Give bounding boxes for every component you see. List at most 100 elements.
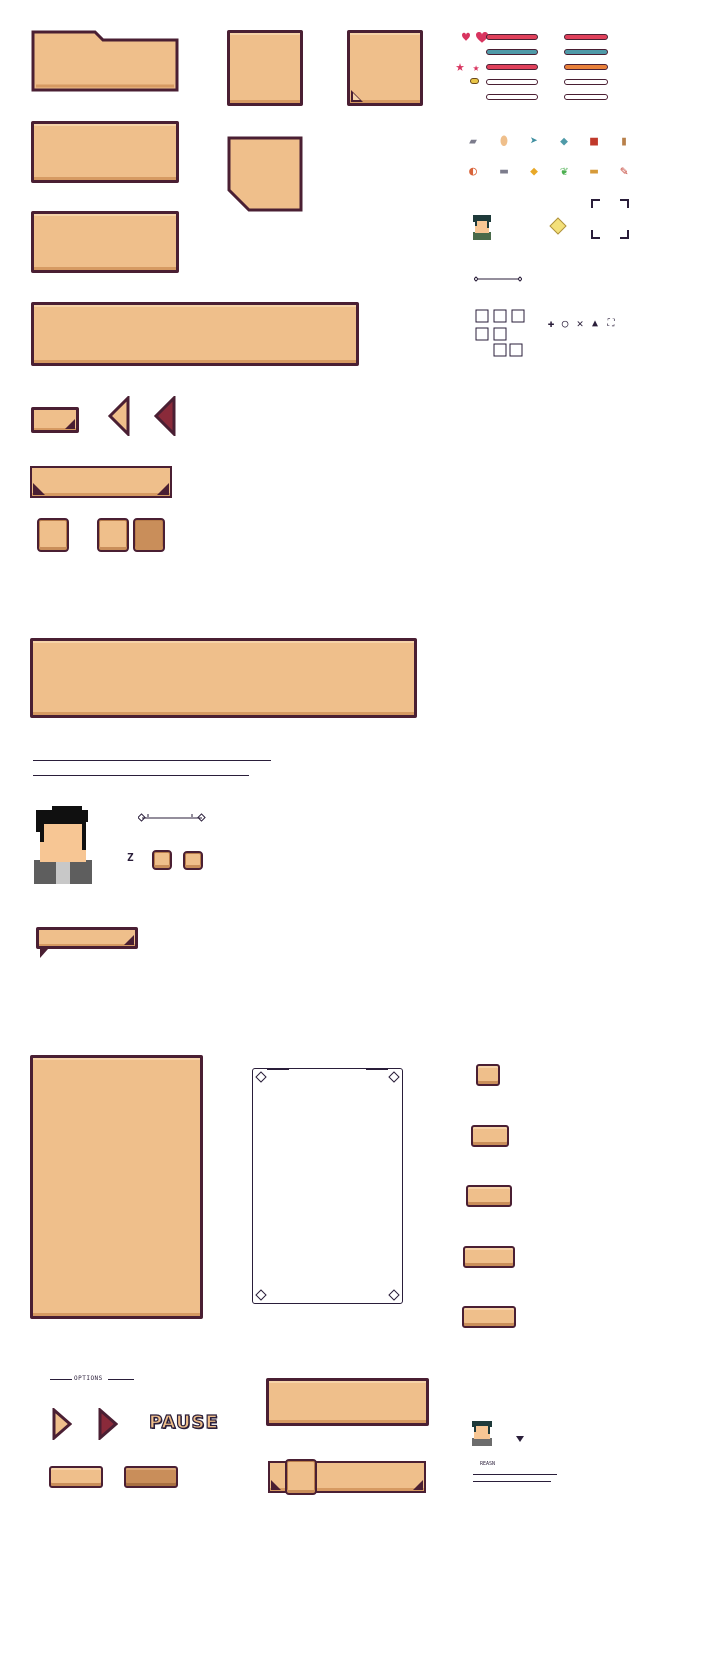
folder-panel (31, 30, 179, 92)
mini-bar-1 (564, 34, 608, 40)
home-icon[interactable]: ▲ (587, 316, 603, 332)
cheese-icon[interactable]: ◆ (526, 164, 542, 180)
diamond-ornament-icon (255, 1071, 267, 1083)
status-bars: ★ ★ (452, 30, 612, 106)
item-icons: ▰ ⬮ ➤ ◆ ■ ▮ ◐ ▬ ◆ ❦ ▬ ✎ (465, 134, 635, 184)
options-label: OPTIONS (74, 1375, 103, 1382)
dropdown-chevron-icon[interactable] (515, 1435, 525, 1443)
ribbon-corner-left-icon (33, 483, 45, 495)
small-button-corner[interactable] (31, 407, 79, 433)
empty-bar-1 (486, 79, 538, 85)
slider-corner-left-icon (271, 1480, 281, 1490)
panel-small-1 (31, 121, 179, 183)
meat-icon[interactable]: ◐ (465, 164, 481, 180)
corner-fold-icon (124, 935, 134, 945)
avatar-small (472, 1421, 492, 1446)
stamina-bar (486, 64, 538, 70)
frame-top-line-left (267, 1069, 289, 1070)
fullscreen-icon[interactable]: ⛶ (603, 316, 619, 332)
options-divider: OPTIONS (46, 1373, 138, 1385)
stone-icon[interactable]: ▰ (465, 134, 481, 150)
egg-icon[interactable]: ⬮ (496, 134, 512, 150)
slider-corner-right-icon (413, 1480, 423, 1490)
fish-icon[interactable]: ➤ (526, 134, 542, 150)
candy-icon[interactable]: ◆ (556, 134, 572, 150)
ribbon-corner-right-icon (157, 483, 169, 495)
button-size-5[interactable] (462, 1306, 516, 1328)
action-glyphs: ✚ ○ ✕ ▲ ⛶ (543, 316, 623, 332)
mini-bar-5 (564, 94, 608, 100)
slot-button-2[interactable] (97, 518, 129, 552)
button-size-2[interactable] (471, 1125, 509, 1147)
leaf-icon[interactable]: ❦ (556, 164, 572, 180)
pause-title: PAUSE (148, 1411, 219, 1433)
reason-line-1 (473, 1474, 557, 1475)
menu-button-dark[interactable] (124, 1466, 178, 1488)
star-icon: ★ (455, 57, 465, 75)
folder-panel-shape (31, 30, 179, 92)
diamond-ornament-icon (388, 1289, 400, 1301)
mini-bar-4 (564, 79, 608, 85)
arrow-left-dark-icon[interactable] (152, 396, 178, 436)
coin-icon (470, 78, 479, 84)
circle-icon[interactable]: ○ (557, 316, 573, 332)
ribbon-banner (30, 466, 172, 498)
speech-bubble-tail (40, 949, 48, 958)
ornament-divider-small (138, 813, 206, 822)
heart-icon (462, 32, 488, 43)
panel-notched (227, 136, 303, 212)
plank-icon[interactable]: ▬ (586, 164, 602, 180)
button-size-1[interactable] (476, 1064, 500, 1086)
avatar-icon (473, 215, 491, 240)
button-size-3[interactable] (466, 1185, 512, 1207)
arrow-right-light-icon[interactable] (52, 1408, 72, 1440)
selection-frame (590, 198, 630, 240)
gem-icon (549, 217, 567, 235)
slot-layout-map (475, 309, 525, 357)
outline-frame (252, 1068, 403, 1304)
panel-square (227, 30, 303, 106)
mini-bar-2 (564, 49, 608, 55)
divider-line-1 (33, 760, 271, 761)
reason-tag: REASN (474, 1459, 508, 1469)
reason-label: REASN (480, 1461, 496, 1467)
dialog-panel-large (30, 638, 417, 718)
character-portrait-large (34, 806, 92, 884)
key-slot-2[interactable] (183, 851, 203, 870)
key-slot-1[interactable] (152, 850, 172, 870)
slot-button-3-pressed[interactable] (133, 518, 165, 552)
book-icon[interactable]: ■ (586, 134, 602, 150)
mini-bar-3 (564, 64, 608, 70)
corner-fold-icon (65, 419, 75, 429)
iron-bar-icon[interactable]: ▬ (496, 164, 512, 180)
panel-wide (31, 302, 359, 366)
mana-bar (486, 49, 538, 55)
cross-icon[interactable]: ✕ (572, 316, 588, 332)
selection-corners-icon (591, 199, 629, 239)
panel-small-2 (31, 211, 179, 273)
notched-panel-shape (227, 136, 303, 212)
empty-bar-2 (486, 94, 538, 100)
menu-button-light[interactable] (49, 1466, 103, 1488)
speech-bubble (36, 927, 138, 949)
diamond-ornament-icon (388, 1071, 400, 1083)
key-hint-label: Z (127, 851, 134, 864)
star-small-icon: ★ (472, 61, 480, 74)
corner-fold-icon (351, 90, 363, 102)
frame-top-line-right (366, 1069, 388, 1070)
arrow-right-dark-icon[interactable] (98, 1408, 118, 1440)
options-line-left (50, 1379, 72, 1380)
arrow-left-light-icon[interactable] (106, 396, 132, 436)
pencil-icon[interactable]: ✎ (616, 164, 632, 180)
panel-square-corner (347, 30, 423, 106)
diamond-ornament-icon (255, 1289, 267, 1301)
health-bar (486, 34, 538, 40)
slider-handle[interactable] (285, 1459, 317, 1495)
slot-button-1[interactable] (37, 518, 69, 552)
divider-line-2 (33, 775, 249, 776)
options-line-right (108, 1379, 134, 1380)
reason-line-2 (473, 1481, 551, 1482)
button-size-4[interactable] (463, 1246, 515, 1268)
log-icon[interactable]: ▮ (616, 134, 632, 150)
inventory-panel-tall (30, 1055, 203, 1319)
